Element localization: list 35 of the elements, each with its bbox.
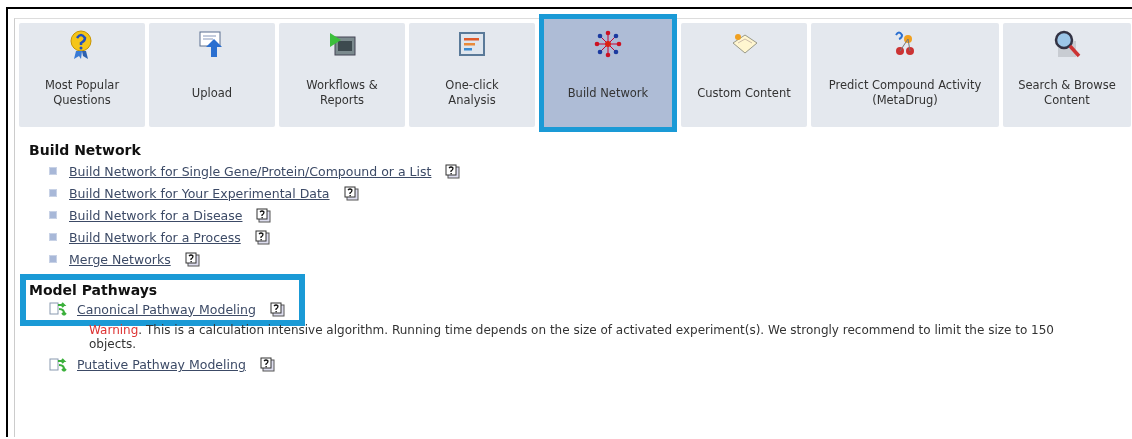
menu-link[interactable]: Build Network for a Disease: [69, 207, 243, 223]
menu-link[interactable]: Putative Pathway Modeling: [77, 357, 246, 373]
bullet-icon: [49, 211, 57, 219]
help-icon[interactable]: [256, 207, 272, 223]
bullet-icon: [49, 233, 57, 241]
nav-tab[interactable]: Build Network: [539, 14, 677, 132]
help-icon[interactable]: [254, 229, 270, 245]
analysis-icon: [457, 29, 487, 59]
menu-link[interactable]: Build Network for Your Experimental Data: [69, 185, 330, 201]
menu-link[interactable]: Merge Networks: [69, 251, 171, 267]
section-heading: Build Network: [29, 142, 142, 158]
pathway-icon: [49, 301, 69, 317]
menu-link[interactable]: Canonical Pathway Modeling: [77, 301, 256, 317]
nav-tab[interactable]: Predict Compound Activity (MetaDrug): [811, 23, 999, 127]
help-icon[interactable]: [269, 301, 285, 317]
help-icon[interactable]: [184, 251, 200, 267]
nav-tab[interactable]: Search & Browse Content: [1003, 23, 1131, 127]
nav-tab[interactable]: Workflows & Reports: [279, 23, 405, 127]
nav-tab[interactable]: Custom Content: [681, 23, 807, 127]
network-icon: [593, 29, 623, 59]
bullet-icon: [49, 189, 57, 197]
help-icon[interactable]: [445, 163, 461, 179]
nav-tab[interactable]: Upload: [149, 23, 275, 127]
section-heading: Model Pathways: [29, 282, 159, 298]
menu-link[interactable]: Build Network for a Process: [69, 229, 241, 245]
pathway-icon: [49, 356, 69, 373]
nav-tab[interactable]: Most Popular Questions: [19, 23, 145, 127]
nav-tab[interactable]: One-click Analysis: [409, 23, 535, 127]
help-icon[interactable]: [343, 185, 359, 201]
help-icon[interactable]: [259, 357, 275, 373]
bullet-icon: [49, 167, 57, 175]
menu-link[interactable]: Build Network for Single Gene/Protein/Compound or a List: [69, 163, 432, 179]
warning-text: Warning. This is a calculation intensive algorithm. Running time depends on the size of activated experiment(s). We strongly recommend to limit the size to 150 objects.: [89, 324, 1055, 352]
bullet-icon: [49, 255, 57, 263]
search-icon: [1052, 29, 1082, 59]
